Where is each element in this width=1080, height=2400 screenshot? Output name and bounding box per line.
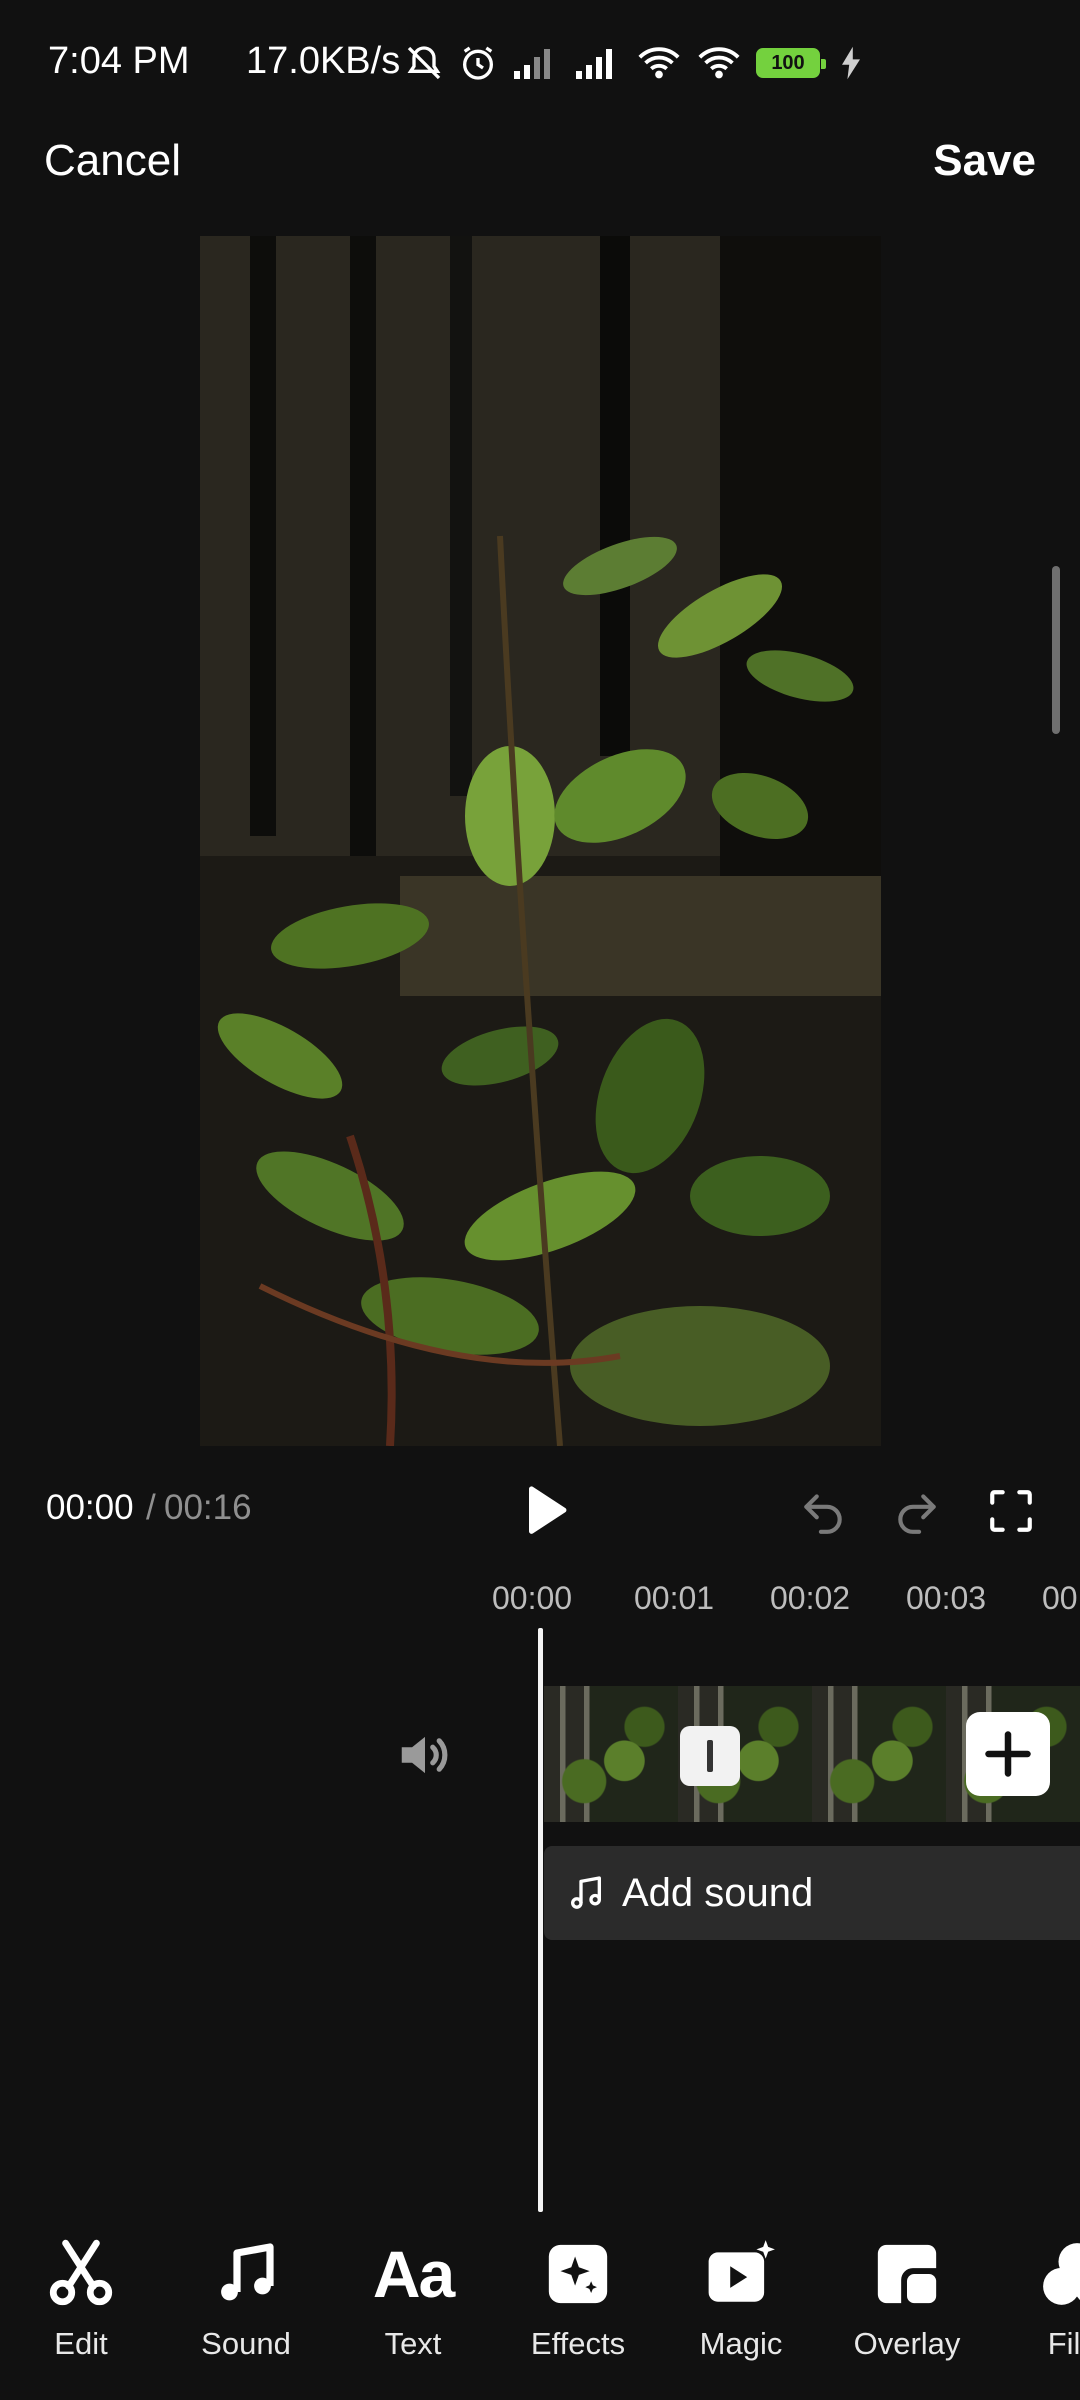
tool-effects[interactable]: Effects <box>503 2234 653 2362</box>
status-time: 7:04 PM <box>48 40 190 82</box>
fullscreen-button[interactable] <box>986 1486 1036 1536</box>
timeline-tick: 00:00 <box>492 1580 573 1616</box>
mute-bell-icon <box>407 46 441 80</box>
tool-label: Overlay <box>853 2326 961 2361</box>
tool-label: Magic <box>699 2326 783 2361</box>
clip-thumbnail <box>544 1686 678 1822</box>
tool-label: Sound <box>201 2326 291 2361</box>
charging-icon <box>842 46 860 80</box>
magic-play-icon <box>708 2240 775 2302</box>
transition-icon <box>707 1740 713 1772</box>
current-time: 00:00 <box>46 1488 134 1527</box>
tool-label: Filte <box>1047 2326 1080 2361</box>
play-icon <box>528 1486 567 1534</box>
undo-icon <box>804 1494 842 1534</box>
tool-sound[interactable]: Sound <box>171 2234 321 2362</box>
bottom-toolbar: Edit Sound Aa Text Effects Magic Overlay… <box>0 2220 1080 2400</box>
redo-icon <box>898 1494 936 1534</box>
add-clip-button[interactable] <box>966 1712 1050 1796</box>
fullscreen-icon <box>990 1490 1032 1532</box>
save-button[interactable]: Save <box>933 136 1036 186</box>
music-note-icon <box>221 2243 274 2301</box>
scrollbar[interactable] <box>1052 566 1060 734</box>
transition-button[interactable] <box>680 1726 740 1786</box>
add-sound-button[interactable]: Add sound <box>544 1846 1080 1940</box>
wifi-icon <box>638 47 680 79</box>
speaker-icon <box>401 1736 448 1774</box>
timeline-tick: 00:02 <box>770 1580 851 1616</box>
tool-magic[interactable]: Magic <box>666 2234 816 2362</box>
tool-filter[interactable]: Filte <box>1002 2234 1080 2362</box>
wifi-icon <box>698 47 740 79</box>
timeline-tick: 00 <box>1042 1580 1078 1616</box>
network-speed: 17.0KB/s <box>246 40 401 82</box>
overlay-icon <box>877 2244 937 2304</box>
scissors-icon <box>49 2239 113 2306</box>
tool-edit[interactable]: Edit <box>6 2234 156 2362</box>
plus-icon <box>985 1731 1031 1777</box>
video-frame-image <box>200 236 881 1446</box>
status-icons: 100 <box>404 40 862 86</box>
total-time: 00:16 <box>164 1488 252 1527</box>
signal-icon <box>514 49 550 79</box>
music-note-icon <box>571 1876 601 1909</box>
cancel-button[interactable]: Cancel <box>44 136 181 186</box>
video-preview[interactable] <box>200 236 881 1446</box>
clip-thumbnail <box>812 1686 946 1822</box>
tool-overlay[interactable]: Overlay <box>832 2234 982 2362</box>
play-button[interactable] <box>514 1480 574 1540</box>
volume-toggle[interactable] <box>394 1724 456 1786</box>
battery-icon: 100 <box>756 48 826 78</box>
timeline-tick: 00:01 <box>634 1580 715 1616</box>
time-separator: / <box>146 1488 156 1527</box>
status-bar: 7:04 PM 17.0KB/s 100 <box>0 0 1080 130</box>
add-sound-label: Add sound <box>622 1870 814 1915</box>
signal-icon <box>576 49 612 79</box>
tool-label: Text <box>384 2326 442 2361</box>
redo-button[interactable] <box>892 1486 942 1536</box>
timeline-tick: 00:03 <box>906 1580 987 1616</box>
tool-label: Edit <box>54 2326 108 2361</box>
sparkle-icon <box>548 2244 608 2304</box>
text-aa-icon: Aa <box>372 2237 455 2311</box>
filter-icon <box>1043 2243 1080 2305</box>
battery-level: 100 <box>771 51 805 74</box>
tool-text[interactable]: Aa Text <box>338 2234 488 2362</box>
alarm-icon <box>463 46 493 80</box>
undo-button[interactable] <box>798 1486 848 1536</box>
tool-label: Effects <box>530 2326 626 2361</box>
playhead[interactable] <box>538 1628 543 2212</box>
